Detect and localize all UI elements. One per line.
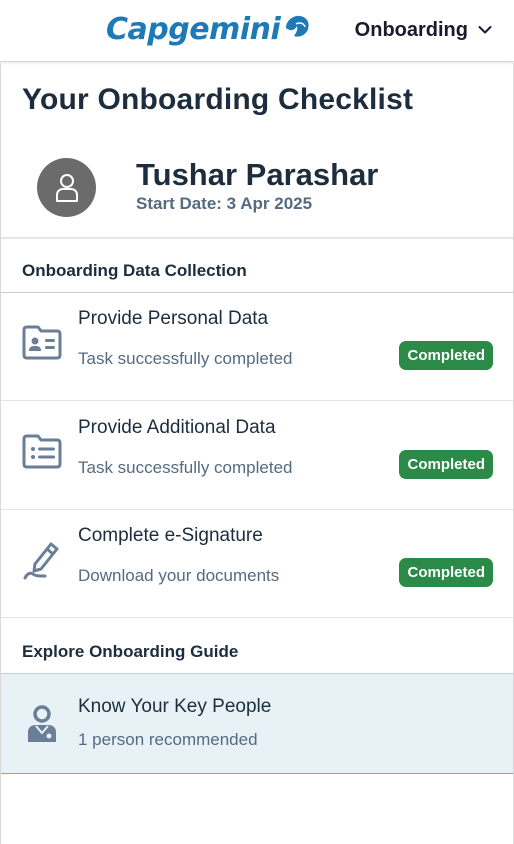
guide-item-key-people[interactable]: Know Your Key People 1 person recommende… xyxy=(1,674,513,774)
folder-list-icon xyxy=(22,434,62,469)
divider xyxy=(1,237,513,239)
key-person-icon xyxy=(28,705,56,742)
signature-pen-icon xyxy=(23,542,59,580)
completed-status-badge: Completed xyxy=(399,450,493,479)
logo-text: Capgemini xyxy=(106,11,281,47)
task-provide-personal-data[interactable]: Provide Personal Data Task successfully … xyxy=(1,293,513,401)
employee-name: Tushar Parashar xyxy=(136,157,379,192)
guide-item-subtitle: 1 person recommended xyxy=(78,730,258,749)
completed-status-badge: Completed xyxy=(399,558,493,587)
task-title: Provide Additional Data xyxy=(78,417,276,438)
id-card-icon xyxy=(22,325,62,360)
task-title: Provide Personal Data xyxy=(78,308,269,329)
section-title-data-collection: Onboarding Data Collection xyxy=(22,261,247,280)
task-title: Complete e-Signature xyxy=(78,525,263,546)
onboarding-menu-label: Onboarding xyxy=(354,18,468,41)
capgemini-logo[interactable]: Capgemini xyxy=(106,9,312,49)
task-subtitle: Task successfully completed xyxy=(78,458,293,477)
checklist-panel: Your Onboarding Checklist Tushar Parasha… xyxy=(0,63,514,844)
spade-logo-icon xyxy=(286,15,309,37)
profile-header: Tushar Parashar Start Date: 3 Apr 2025 xyxy=(1,143,513,237)
chevron-down-icon xyxy=(478,26,492,34)
onboarding-menu-button[interactable]: Onboarding xyxy=(355,16,492,44)
completed-status-badge: Completed xyxy=(399,341,493,370)
app-header: Capgemini Onboarding xyxy=(0,0,514,62)
section-title-onboarding-guide: Explore Onboarding Guide xyxy=(22,642,239,661)
task-subtitle: Download your documents xyxy=(78,566,280,585)
guide-item-title: Know Your Key People xyxy=(78,696,272,717)
task-subtitle: Task successfully completed xyxy=(78,349,293,368)
page-title: Your Onboarding Checklist xyxy=(22,83,414,116)
task-provide-additional-data[interactable]: Provide Additional Data Task successfull… xyxy=(1,402,513,510)
task-complete-e-signature[interactable]: Complete e-Signature Download your docum… xyxy=(1,510,513,618)
avatar xyxy=(37,158,96,217)
person-icon xyxy=(55,173,78,202)
start-date: Start Date: 3 Apr 2025 xyxy=(136,194,313,213)
